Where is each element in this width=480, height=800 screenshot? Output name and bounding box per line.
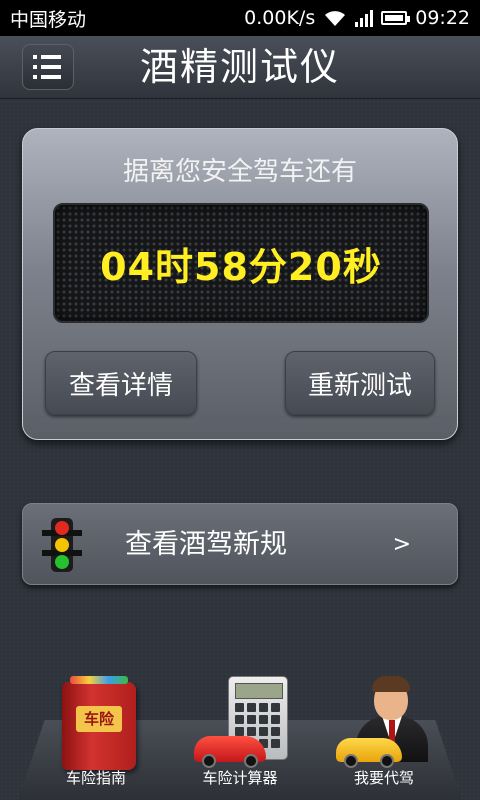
rules-label: 查看酒驾新规: [125, 529, 287, 560]
nav-designated-driver[interactable]: 我要代驾: [324, 767, 444, 788]
traffic-light-icon: [42, 518, 82, 572]
clock: 09:22: [415, 7, 470, 29]
nav-insurance-guide[interactable]: 车险指南: [36, 767, 156, 788]
nav-insurance-calculator[interactable]: 车险计算器: [180, 767, 300, 788]
chevron-right-icon: >: [392, 532, 411, 557]
drunk-driving-rules-row[interactable]: 查看酒驾新规 >: [22, 503, 458, 585]
taxi-icon: [336, 738, 402, 768]
countdown-value: 04时58分20秒: [100, 244, 382, 289]
retest-button[interactable]: 重新测试: [285, 351, 435, 415]
wifi-icon: [325, 11, 346, 26]
insurance-book-icon[interactable]: 车险: [62, 676, 136, 770]
countdown-caption: 据离您安全驾车还有: [122, 157, 357, 187]
carrier-name: 中国移动: [10, 8, 87, 31]
menu-icon: [33, 55, 73, 59]
nav-label: 我要代驾: [353, 769, 414, 787]
view-details-button[interactable]: 查看详情: [45, 351, 197, 415]
title-bar: 酒精测试仪: [0, 36, 480, 99]
status-bar: 中国移动 0.00K/s 09:22: [0, 0, 480, 36]
countdown-panel: 据离您安全驾车还有 04时58分20秒 查看详情 重新测试: [22, 128, 458, 440]
red-car-icon: [194, 736, 266, 768]
net-speed: 0.00K/s: [244, 7, 316, 29]
nav-label: 车险指南: [65, 769, 126, 787]
menu-button[interactable]: [22, 44, 74, 90]
nav-label: 车险计算器: [202, 769, 278, 787]
countdown-display: 04时58分20秒: [53, 203, 429, 323]
signal-icon: [355, 9, 374, 27]
book-badge: 车险: [76, 706, 122, 732]
battery-icon: [381, 11, 411, 25]
